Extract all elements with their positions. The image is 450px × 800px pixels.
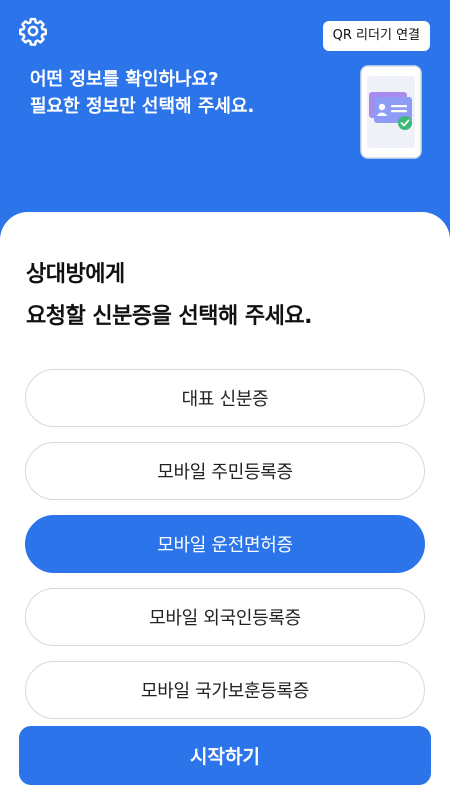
phone-id-card-illustration (360, 65, 422, 159)
option-mobile-foreigner-registration[interactable]: 모바일 외국인등록증 (25, 588, 425, 646)
qr-reader-connect-button[interactable]: QR 리더기 연결 (322, 21, 430, 51)
option-mobile-resident-registration[interactable]: 모바일 주민등록증 (25, 442, 425, 500)
prompt-line-1: 상대방에게 (26, 262, 125, 287)
start-button[interactable]: 시작하기 (19, 726, 431, 785)
headline-line-1: 어떤 정보를 확인하나요? (30, 69, 219, 90)
option-mobile-veteran-registration[interactable]: 모바일 국가보훈등록증 (25, 661, 425, 719)
selection-prompt: 상대방에게 요청할 신분증을 선택해 주세요. (26, 254, 312, 338)
header-area: QR 리더기 연결 어떤 정보를 확인하나요? 필요한 정보만 선택해 주세요. (0, 0, 450, 225)
headline: 어떤 정보를 확인하나요? 필요한 정보만 선택해 주세요. (30, 66, 254, 120)
option-representative-id[interactable]: 대표 신분증 (25, 369, 425, 427)
headline-line-2: 필요한 정보만 선택해 주세요. (30, 96, 255, 117)
gear-icon[interactable] (18, 16, 48, 46)
id-type-options: 대표 신분증 모바일 주민등록증 모바일 운전면허증 모바일 외국인등록증 모바… (25, 369, 425, 734)
option-mobile-drivers-license[interactable]: 모바일 운전면허증 (25, 515, 425, 573)
prompt-line-2: 요청할 신분증을 선택해 주세요. (26, 304, 312, 329)
